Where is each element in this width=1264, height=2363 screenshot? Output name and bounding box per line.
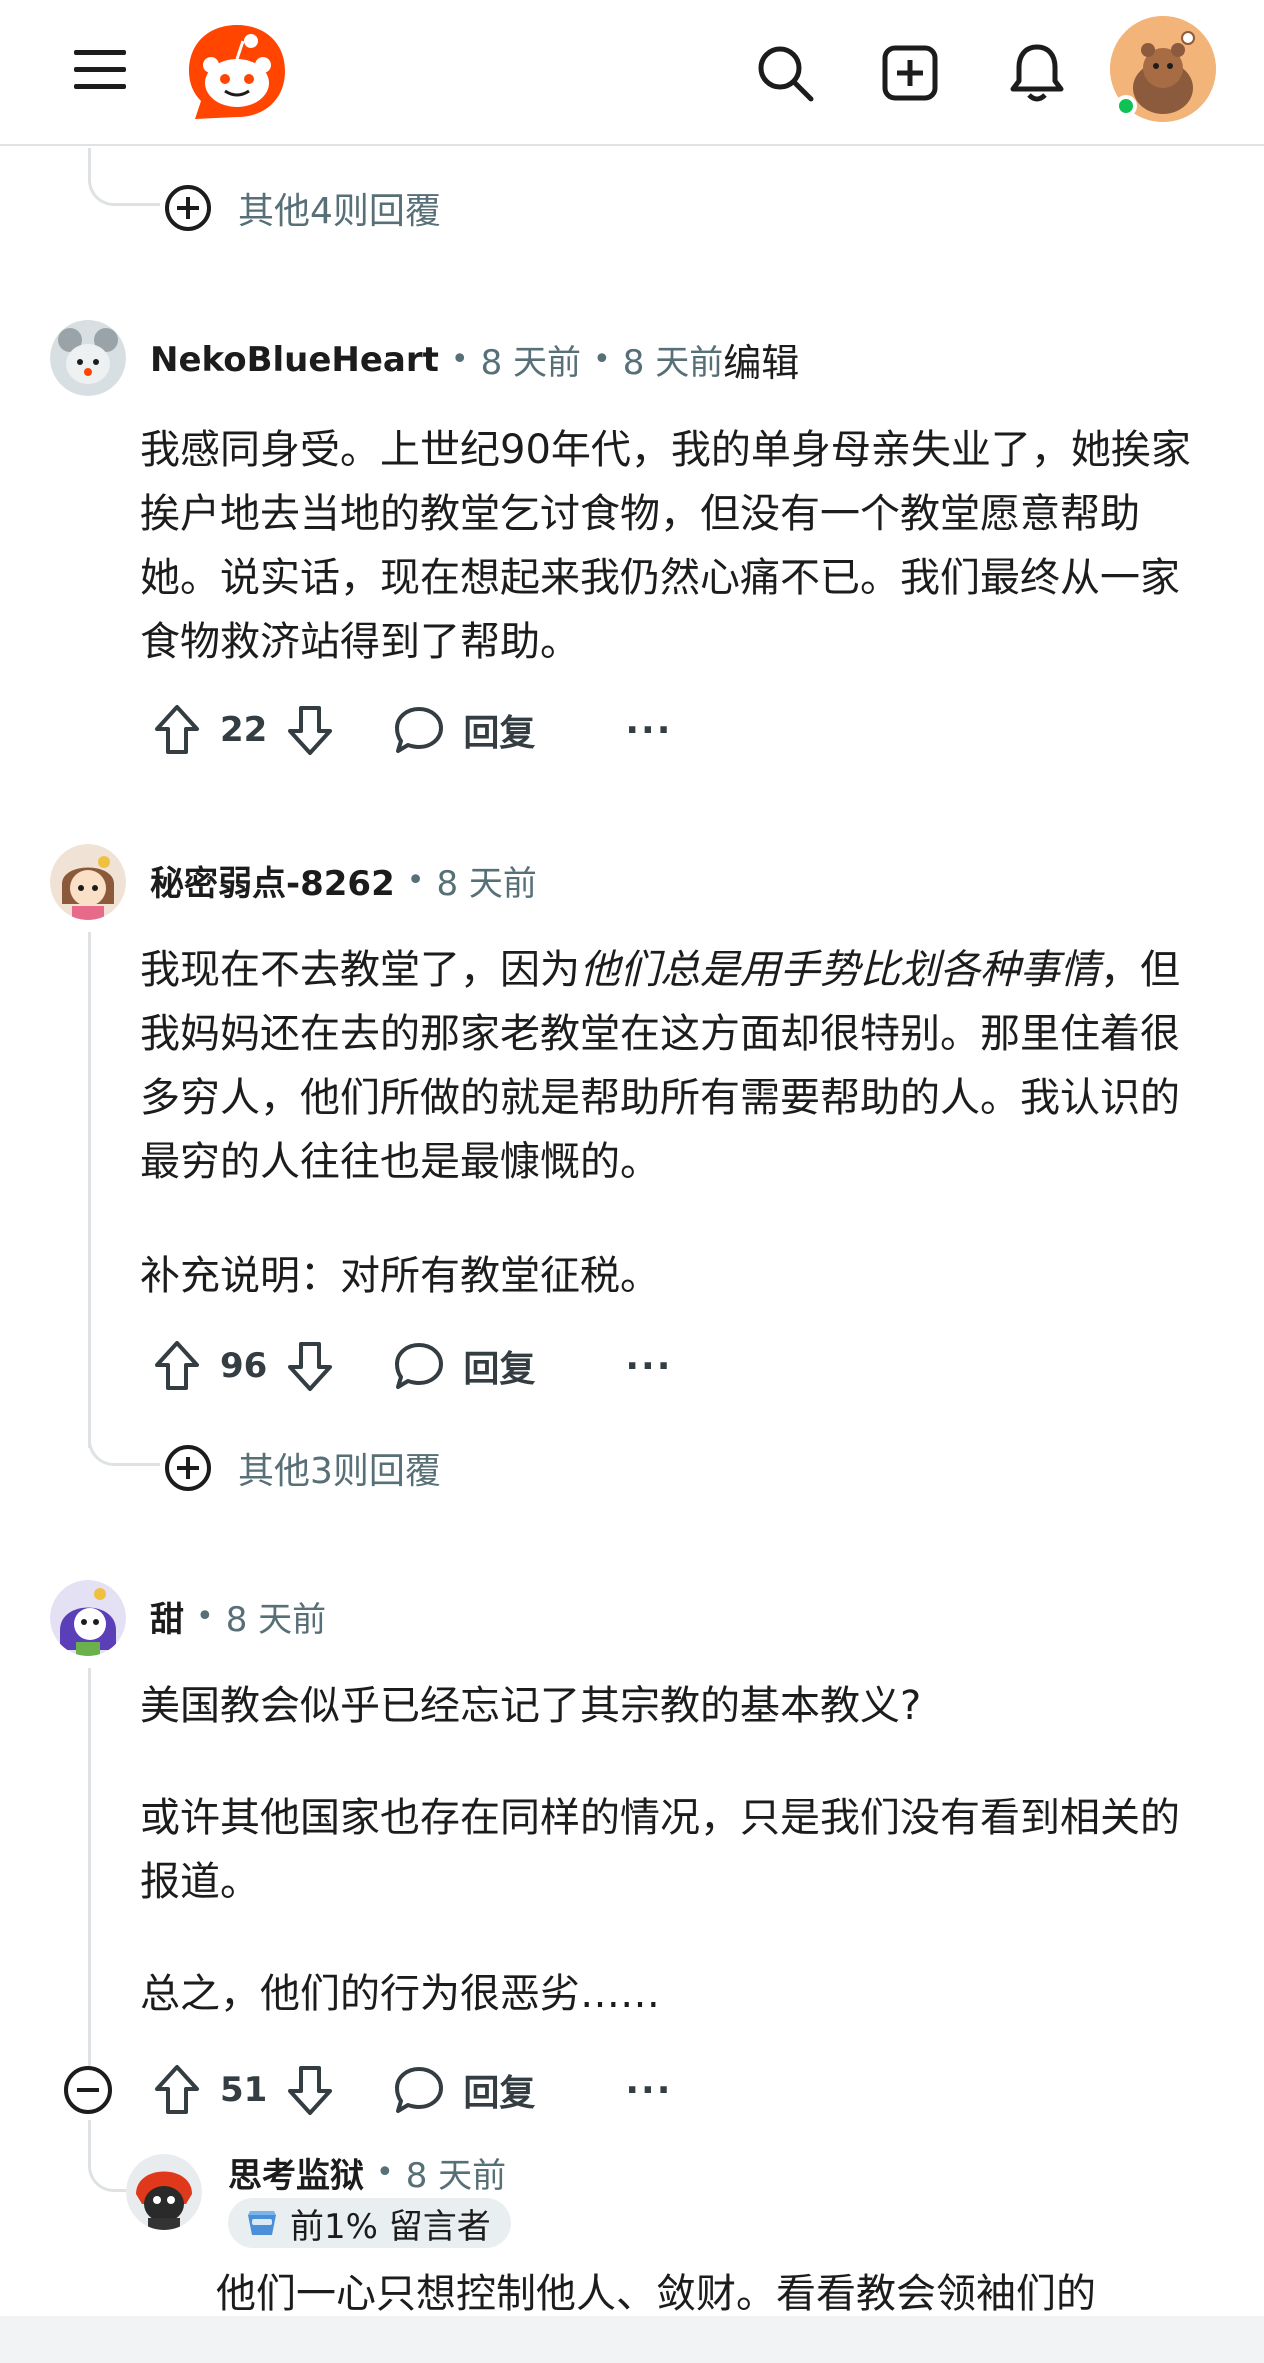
collapse-thread-icon[interactable] (62, 2064, 114, 2116)
reply-label: 回复 (463, 713, 536, 754)
comment-text: 总之，他们的行为很恶劣…… (140, 1971, 660, 2017)
downvote-icon[interactable] (283, 2063, 337, 2117)
more-options-icon[interactable]: ··· (625, 710, 672, 751)
upvote-icon[interactable] (150, 1339, 204, 1393)
thread-line (88, 932, 91, 1448)
more-replies-button[interactable]: 其他3则回覆 (164, 1442, 441, 1494)
user-flair-badge: 前1% 留言者 (228, 2198, 511, 2248)
bottom-bar-shadow (0, 2316, 1264, 2363)
reply-button[interactable]: 回复 (393, 2064, 535, 2116)
comment-author[interactable]: 思考监狱 (228, 2148, 364, 2197)
comment-text: 补充说明：对所有教堂征税。 (140, 1253, 660, 1299)
plus-circle-icon (165, 1445, 211, 1491)
comment-action-bar: 22 回复 ··· (150, 698, 672, 762)
more-replies-label: 其他4则回覆 (238, 191, 441, 232)
comment-body: 我感同身受。上世纪90年代，我的单身母亲失业了，她挨家挨户地去当地的教堂乞讨食物… (140, 418, 1210, 674)
comment-bubble-icon (395, 2067, 444, 2113)
avatar[interactable] (50, 1580, 126, 1656)
downvote-icon[interactable] (283, 1339, 337, 1393)
comment-header: 秘密弱点-8262 • 8 天前 (150, 856, 537, 905)
separator-dot: • (376, 2155, 394, 2190)
search-icon[interactable] (740, 28, 830, 118)
upvote-icon[interactable] (150, 703, 204, 757)
comment-header: 思考监狱 • 8 天前 (228, 2148, 506, 2197)
vote-score: 51 (220, 2070, 268, 2110)
avatar[interactable] (50, 320, 126, 396)
thread-line (88, 1668, 91, 2068)
avatar[interactable] (126, 2154, 202, 2230)
comment-bubble-icon (395, 1343, 444, 1389)
reply-label: 回复 (463, 1349, 536, 1390)
comment-time: 8 天前 (225, 1600, 327, 1640)
comment-bubble-icon (395, 707, 444, 753)
comment-time: 8 天前 (436, 864, 537, 904)
top-app-bar (0, 0, 1264, 146)
top-commenter-icon (248, 2211, 276, 2235)
comment-text: 美国教会似乎已经忘记了其宗教的基本教义? (140, 1683, 922, 1729)
more-replies-label: 其他3则回覆 (238, 1451, 441, 1492)
separator-dot: • (406, 863, 425, 898)
comment-header: NekoBlueHeart • 8 天前 • 8 天前 编辑 (150, 332, 799, 387)
separator-dot: • (593, 342, 611, 377)
more-options-icon[interactable]: ··· (625, 1346, 672, 1387)
comment-text-italic: 他们总是用手势比划各种事情 (580, 947, 1100, 993)
comment-author[interactable]: 甜 (150, 1592, 184, 1641)
comment-body: 我现在不去教堂了，因为他们总是用手势比划各种事情，但我妈妈还在去的那家老教堂在这… (140, 938, 1210, 1308)
thread-connector (88, 148, 160, 206)
edited-label: 编辑 (723, 341, 800, 385)
separator-dot: • (196, 1599, 214, 1634)
comment-action-bar: 96 回复 ··· (150, 1334, 672, 1398)
comment-body: 美国教会似乎已经忘记了其宗教的基本教义? 或许其他国家也存在同样的情况，只是我们… (140, 1674, 1210, 2026)
flair-label: 前1% 留言者 (290, 2206, 491, 2247)
avatar[interactable] (50, 844, 126, 920)
hamburger-menu-icon[interactable] (60, 30, 140, 110)
reply-button[interactable]: 回复 (393, 1340, 535, 1392)
reddit-logo-icon[interactable] (180, 16, 294, 130)
comment-text-part: 我现在不去教堂了，因为 (140, 947, 580, 993)
plus-circle-icon (165, 185, 211, 231)
reply-label: 回复 (463, 2073, 536, 2114)
more-replies-button[interactable]: 其他4则回覆 (164, 182, 441, 234)
online-status-dot (1115, 95, 1137, 117)
comment-author[interactable]: NekoBlueHeart (150, 340, 439, 380)
vote-score: 96 (220, 1346, 268, 1386)
comment-text: 我感同身受。上世纪90年代，我的单身母亲失业了，她挨家挨户地去当地的教堂乞讨食物… (140, 427, 1191, 665)
comment-time: 8 天前 (405, 2156, 507, 2196)
edited-time: 8 天前 (622, 343, 724, 383)
vote-score: 22 (220, 710, 268, 750)
reply-button[interactable]: 回复 (393, 704, 535, 756)
bell-icon[interactable] (992, 28, 1082, 118)
comment-time: 8 天前 (480, 343, 582, 383)
upvote-icon[interactable] (150, 2063, 204, 2117)
comment-action-bar: 51 回复 ··· (150, 2058, 672, 2122)
more-options-icon[interactable]: ··· (625, 2070, 672, 2111)
comment-text: 或许其他国家也存在同样的情况，只是我们没有看到相关的报道。 (140, 1795, 1180, 1905)
thread-connector (88, 2120, 126, 2192)
comment-header: 甜 • 8 天前 (150, 1592, 326, 1641)
thread-connector (88, 1420, 160, 1466)
downvote-icon[interactable] (283, 703, 337, 757)
separator-dot: • (450, 342, 469, 377)
comment-text: 我现在不去教堂了，因为他们总是用手势比划各种事情，但我妈妈还在去的那家老教堂在这… (140, 938, 1210, 1194)
comment-author[interactable]: 秘密弱点-8262 (150, 856, 395, 905)
create-post-icon[interactable] (865, 28, 955, 118)
